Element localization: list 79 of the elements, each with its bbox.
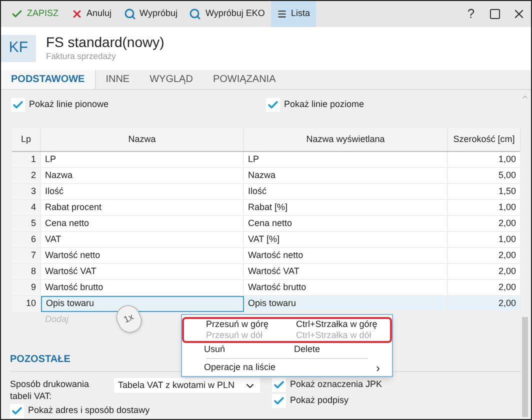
- table-cell: Ilość: [41, 184, 244, 199]
- table-row[interactable]: 8 Wartość VAT Wartość VAT 2,00: [12, 264, 520, 280]
- table-cell: VAT: [41, 232, 244, 247]
- tab[interactable]: POWIĄZANIA: [202, 70, 286, 89]
- tab[interactable]: PODSTAWOWE: [1, 70, 96, 89]
- table-cell: LP: [244, 152, 448, 167]
- table-row[interactable]: 4 Rabat procent Rabat [%] 1,00: [12, 200, 520, 216]
- table-row[interactable]: 10 Opis towaru Opis towaru 2,00: [12, 296, 520, 312]
- table-cell: 8: [12, 264, 41, 279]
- help-button[interactable]: ?: [459, 1, 483, 27]
- table-cell: VAT [%]: [244, 232, 448, 247]
- table-row[interactable]: 7 Wartość netto Wartość netto 2,00: [12, 248, 520, 264]
- table-cell: Opis towaru: [41, 296, 244, 312]
- scroll-up-icon[interactable]: [521, 93, 529, 101]
- table-cell: Wartość VAT: [41, 264, 244, 279]
- document-badge: KF: [1, 35, 36, 62]
- table-cell: Ilość: [244, 184, 448, 199]
- menu-item[interactable]: Operacje na liście ›: [182, 361, 392, 374]
- table-cell: 2: [12, 168, 41, 183]
- table-cell: Nazwa: [244, 168, 448, 183]
- table-cell: 5: [12, 216, 41, 231]
- table-row[interactable]: 1 LP LP 1,00: [12, 152, 520, 168]
- checkbox-label: Pokaż oznaczenia JPK: [290, 378, 382, 392]
- menu-item[interactable]: Przesuń w górę Ctrl+Strzałka w górę: [182, 317, 392, 330]
- table-cell: 3: [12, 184, 41, 199]
- table-cell: Wartość brutto: [41, 280, 244, 295]
- table-cell: Rabat [%]: [244, 200, 448, 215]
- table-cell: Rabat procent: [41, 200, 244, 215]
- checkbox[interactable]: [10, 404, 24, 418]
- table-cell: Wartość netto: [244, 248, 448, 263]
- table-row[interactable]: 2 Nazwa Nazwa 5,00: [12, 168, 520, 184]
- close-icon: [512, 7, 526, 21]
- toolbar-button[interactable]: Anuluj: [64, 1, 118, 27]
- scrollbar[interactable]: [521, 93, 529, 417]
- column-header[interactable]: Nazwa: [41, 128, 244, 151]
- toolbar-button[interactable]: Lista: [270, 1, 316, 27]
- checkbox[interactable]: [11, 98, 25, 112]
- table-cell: 1: [12, 152, 41, 167]
- checkbox-label: Pokaż adres i sposób dostawy: [28, 404, 150, 418]
- toolbar-button[interactable]: Wypróbuj EKO: [183, 1, 271, 27]
- toolbar-button[interactable]: Wypróbuj: [118, 1, 184, 27]
- checkbox-label: Pokaż linie pionowe: [29, 98, 109, 112]
- checkbox[interactable]: [272, 394, 286, 408]
- cross-icon: [70, 8, 83, 20]
- menu-icon: [276, 9, 287, 19]
- column-header[interactable]: Lp: [12, 128, 41, 151]
- table-row[interactable]: 9 Wartość brutto Wartość brutto 2,00: [12, 280, 520, 296]
- column-header[interactable]: Nazwa wyświetlana: [244, 128, 448, 151]
- table-cell: Cena netto: [41, 216, 244, 231]
- search-icon: [124, 8, 136, 20]
- table-cell: 6: [12, 232, 41, 247]
- tab[interactable]: INNE: [96, 70, 140, 89]
- maximize-icon: [489, 8, 501, 20]
- table-cell: Wartość VAT: [244, 264, 448, 279]
- field-label: Sposób drukowania tabeli VAT:: [10, 378, 90, 402]
- table-cell: 10: [12, 296, 41, 312]
- document-title: FS standard(nowy): [46, 34, 164, 50]
- table-cell: 9: [12, 280, 41, 295]
- check-icon: [11, 8, 23, 20]
- table-cell: Nazwa: [41, 168, 244, 183]
- table-row[interactable]: 5 Cena netto Cena netto 2,00: [12, 216, 520, 232]
- table-cell: Wartość netto: [41, 248, 244, 263]
- checkbox-label: Pokaż podpisy: [290, 394, 349, 408]
- checkbox-label: Pokaż linie poziome: [284, 98, 364, 112]
- table-cell: 7: [12, 248, 41, 263]
- checkbox[interactable]: [272, 378, 286, 392]
- table-row[interactable]: 3 Ilość Ilość 1,50: [12, 184, 520, 200]
- search-icon: [189, 8, 202, 20]
- document-subtitle: Faktura sprzedaży: [46, 50, 117, 63]
- tab[interactable]: WYGLĄD: [140, 70, 203, 89]
- table-cell: Cena netto: [244, 216, 448, 231]
- table-cell: LP: [41, 152, 244, 167]
- table-cell: Wartość brutto: [244, 280, 448, 295]
- scrollbar-thumb[interactable]: [522, 317, 528, 417]
- vat-table-dropdown[interactable]: Tabela VAT z kwotami w PLN: [114, 378, 260, 393]
- table-cell: Opis towaru: [244, 296, 448, 312]
- table-cell: 4: [12, 200, 41, 215]
- checkbox[interactable]: [266, 98, 280, 112]
- table-row[interactable]: 6 VAT VAT [%] 1,00: [12, 232, 520, 248]
